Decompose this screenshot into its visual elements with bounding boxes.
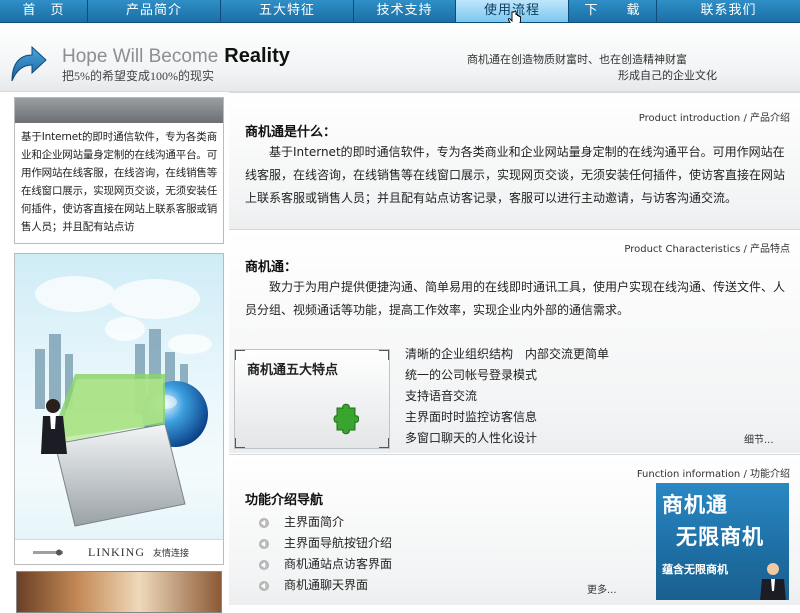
tagline-2: 形成自己的企业文化 bbox=[618, 70, 717, 82]
slogan-english-light: Hope Will Become bbox=[62, 46, 219, 67]
function-nav-label[interactable]: 商机通站点访客界面 bbox=[284, 554, 392, 575]
section-title-function: 功能介绍导航 bbox=[245, 493, 324, 508]
arrow-bullet-icon bbox=[259, 538, 269, 549]
card-corner-marks bbox=[235, 350, 389, 448]
five-features-card[interactable]: 商机通五大特点 bbox=[234, 349, 390, 449]
slogan-english-bold: Reality bbox=[224, 45, 290, 67]
promo-image-box: LINKING 友情连接 bbox=[14, 253, 224, 565]
more-link[interactable]: 更多... bbox=[587, 581, 617, 596]
function-nav-label[interactable]: 主界面简介 bbox=[284, 512, 344, 533]
function-nav-label[interactable]: 主界面导航按钮介绍 bbox=[284, 533, 392, 554]
function-nav-list: 主界面简介 主界面导航按钮介绍 商机通站点访客界面 商机通聊天界面 bbox=[259, 512, 392, 596]
features-list: 清晰的企业组织结构 内部交流更简单 统一的公司帐号登录模式 支持语音交流 主界面… bbox=[405, 344, 609, 449]
function-nav-item[interactable]: 主界面导航按钮介绍 bbox=[259, 533, 392, 554]
function-nav-item[interactable]: 主界面简介 bbox=[259, 512, 392, 533]
nav-item-contact[interactable]: 联系我们 bbox=[657, 0, 800, 22]
linking-label-cn[interactable]: 友情连接 bbox=[153, 546, 189, 559]
tagline-1: 商机通在创造物质财富时、也在创造精神财富 bbox=[467, 54, 687, 66]
arrow-bullet-icon bbox=[259, 580, 269, 591]
section-title-intro: 商机通是什么： bbox=[245, 125, 337, 140]
top-nav: 首 页 产品简介 五大特征 技术支持 使用流程 下 载 联系我们 bbox=[0, 0, 800, 23]
nav-item-download[interactable]: 下 载 bbox=[569, 0, 657, 22]
feature-item: 统一的公司帐号登录模式 bbox=[405, 368, 538, 382]
header-banner: Hope Will Become Reality 把5%的希望变成100%的现实 … bbox=[0, 23, 800, 92]
section-title-characteristics: 商机通： bbox=[245, 260, 298, 275]
curved-arrow-logo-icon bbox=[11, 45, 47, 82]
intro-box: 基于Internet的即时通信软件，专为各类商业和企业网站量身定制的在线沟通平台… bbox=[14, 97, 224, 244]
bottom-photo bbox=[16, 571, 222, 613]
slogan-chinese: 把5%的希望变成100%的现实 bbox=[62, 69, 214, 83]
function-nav-item[interactable]: 商机通站点访客界面 bbox=[259, 554, 392, 575]
linking-label-en[interactable]: LINKING bbox=[88, 545, 145, 560]
feature-item: 多窗口聊天的人性化设计 bbox=[405, 431, 538, 445]
businessman-icon bbox=[760, 563, 786, 600]
section-product-intro: Product introduction / 产品介绍 商机通是什么： 基于In… bbox=[229, 92, 800, 229]
promo-line-1: 商机通 bbox=[662, 493, 728, 517]
section-label-characteristics: Product Characteristics / 产品特点 bbox=[624, 244, 790, 255]
link-icon bbox=[33, 549, 63, 556]
arrow-bullet-icon bbox=[259, 517, 269, 528]
slogan-english: Hope Will Become Reality bbox=[62, 45, 290, 68]
promo-line-3: 蕴含无限商机 bbox=[662, 563, 728, 576]
function-nav-item[interactable]: 商机通聊天界面 bbox=[259, 575, 392, 596]
intro-box-text: 基于Internet的即时通信软件，专为各类商业和企业网站量身定制的在线沟通平台… bbox=[21, 131, 217, 233]
section-label-function: Function information / 功能介绍 bbox=[636, 469, 790, 480]
intro-box-header bbox=[15, 98, 223, 123]
detail-link[interactable]: 细节... bbox=[744, 431, 774, 446]
nav-item-five-features[interactable]: 五大特征 bbox=[221, 0, 354, 22]
feature-item: 支持语音交流 bbox=[405, 389, 478, 403]
promo-banner-right[interactable]: 商机通 无限商机 蕴含无限商机 bbox=[656, 483, 789, 600]
linking-bar[interactable]: LINKING 友情连接 bbox=[15, 539, 223, 564]
feature-item: 清晰的企业组织结构 内部交流更简单 bbox=[405, 347, 610, 361]
function-nav-label[interactable]: 商机通聊天界面 bbox=[284, 575, 368, 596]
arrow-bullet-icon bbox=[259, 559, 269, 570]
section-label-intro: Product introduction / 产品介绍 bbox=[638, 113, 790, 124]
feature-item: 主界面时时监控访客信息 bbox=[405, 410, 538, 424]
section-body-intro: 基于Internet的即时通信软件，专为各类商业和企业网站量身定制的在线沟通平台… bbox=[245, 145, 786, 205]
promo-line-2: 无限商机 bbox=[676, 525, 764, 549]
nav-item-home[interactable]: 首 页 bbox=[0, 0, 88, 22]
city-laptop-illustration bbox=[35, 276, 212, 527]
nav-item-tech-support[interactable]: 技术支持 bbox=[354, 0, 456, 22]
section-body-characteristics: 致力于为用户提供便捷沟通、简单易用的在线即时通讯工具，使用户实现在线沟通、传送文… bbox=[245, 280, 786, 317]
nav-item-product-intro[interactable]: 产品简介 bbox=[88, 0, 221, 22]
